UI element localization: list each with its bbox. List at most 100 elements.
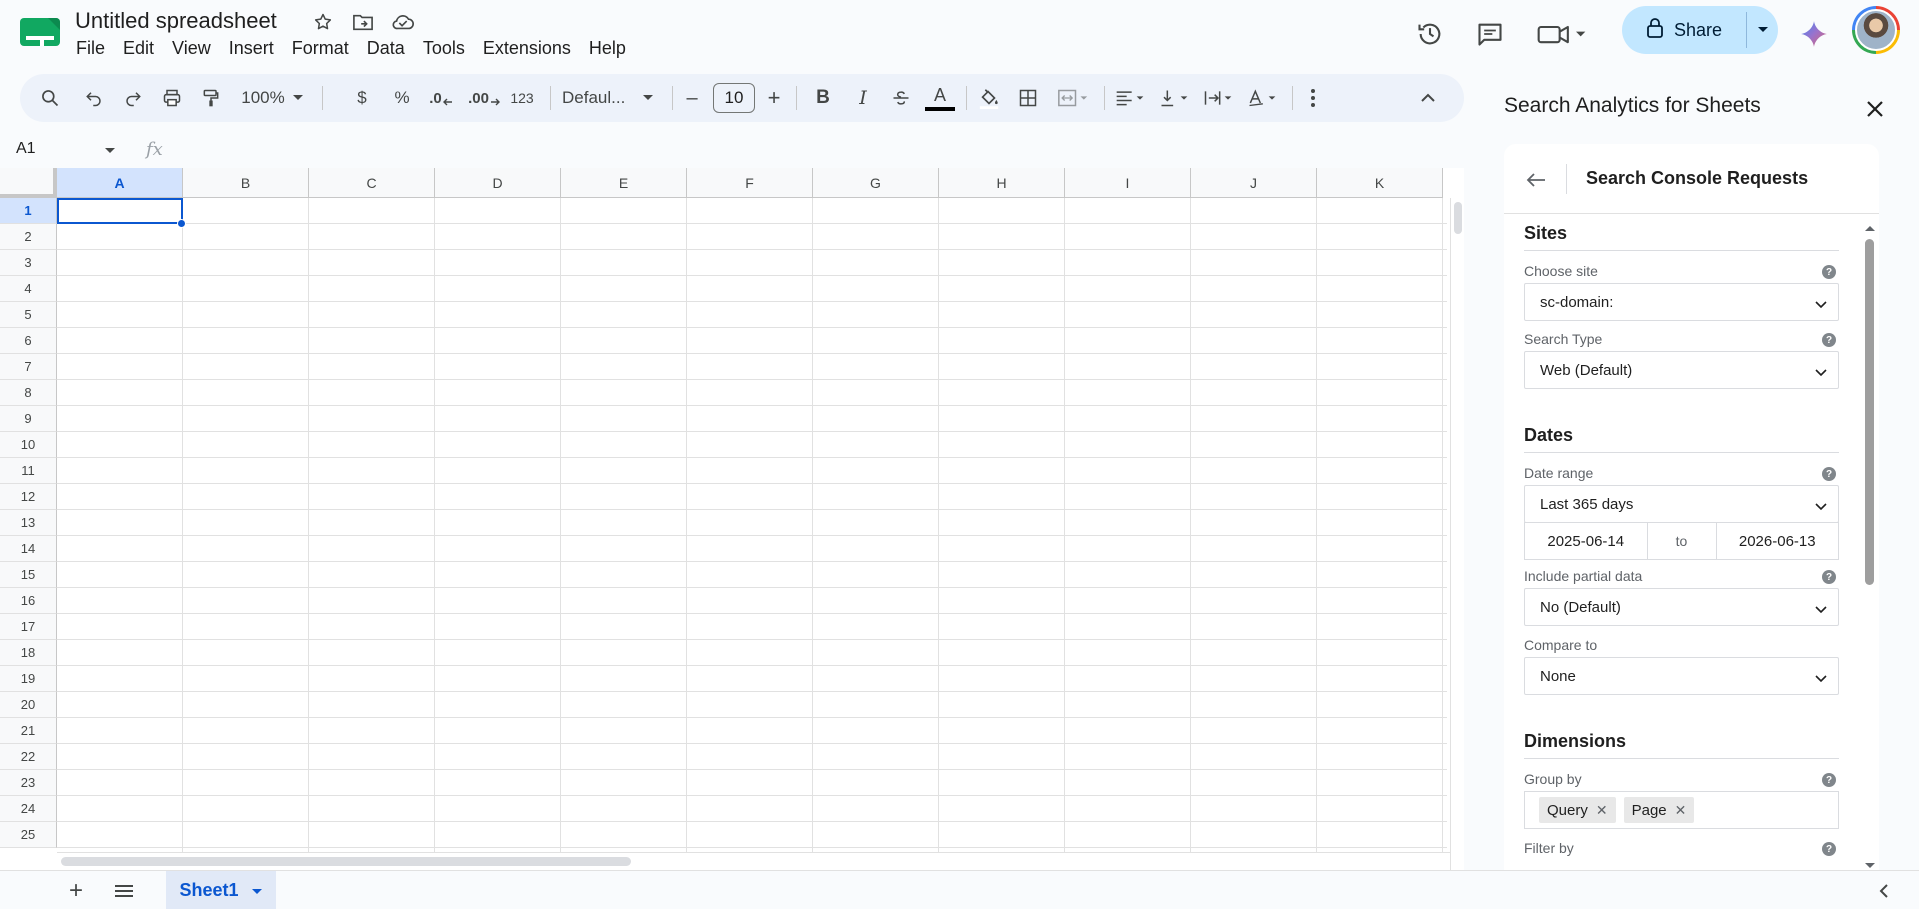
font-chevron-down-icon[interactable] xyxy=(640,82,656,114)
row-header-7[interactable]: 7 xyxy=(0,354,57,380)
menu-file[interactable]: File xyxy=(67,36,114,61)
collapse-menus-chevron-up-icon[interactable] xyxy=(1414,82,1442,114)
column-header-j[interactable]: J xyxy=(1191,168,1317,198)
side-panel-toggle-chevron-left-icon[interactable] xyxy=(1872,879,1896,903)
column-header-i[interactable]: I xyxy=(1065,168,1191,198)
row-header-8[interactable]: 8 xyxy=(0,380,57,406)
share-button[interactable]: Share xyxy=(1622,6,1746,54)
horizontal-align-icon[interactable] xyxy=(1110,82,1150,114)
column-header-a[interactable]: A xyxy=(57,168,183,198)
text-rotation-icon[interactable] xyxy=(1242,82,1282,114)
decrease-font-size-button[interactable]: – xyxy=(680,82,704,114)
add-sheet-button[interactable]: + xyxy=(62,877,90,905)
help-icon[interactable]: ? xyxy=(1822,570,1836,584)
vertical-scroll-thumb[interactable] xyxy=(1454,202,1462,234)
paint-format-icon[interactable] xyxy=(197,82,225,114)
group-by-input[interactable]: Query ✕ Page ✕ xyxy=(1524,791,1839,829)
select-all-corner[interactable] xyxy=(0,168,57,198)
row-header-9[interactable]: 9 xyxy=(0,406,57,432)
row-header-20[interactable]: 20 xyxy=(0,692,57,718)
row-header-2[interactable]: 2 xyxy=(0,224,57,250)
row-header-4[interactable]: 4 xyxy=(0,276,57,302)
decrease-decimal-button[interactable]: .0 xyxy=(424,82,458,114)
column-header-e[interactable]: E xyxy=(561,168,687,198)
help-icon[interactable]: ? xyxy=(1822,842,1836,856)
column-header-h[interactable]: H xyxy=(939,168,1065,198)
choose-site-select[interactable]: sc-domain: xyxy=(1524,283,1839,321)
share-options-chevron-down-icon[interactable] xyxy=(1747,6,1778,54)
strikethrough-icon[interactable] xyxy=(888,82,914,114)
date-range-select[interactable]: Last 365 days xyxy=(1524,485,1839,523)
search-menus-icon[interactable] xyxy=(36,82,64,114)
row-header-21[interactable]: 21 xyxy=(0,718,57,744)
comments-icon[interactable] xyxy=(1472,16,1508,52)
font-family-select[interactable]: Defaul... xyxy=(558,82,638,114)
row-header-22[interactable]: 22 xyxy=(0,744,57,770)
close-panel-icon[interactable] xyxy=(1860,94,1890,124)
row-header-23[interactable]: 23 xyxy=(0,770,57,796)
menu-format[interactable]: Format xyxy=(283,36,358,61)
row-header-13[interactable]: 13 xyxy=(0,510,57,536)
card-scroll-thumb[interactable] xyxy=(1865,239,1874,585)
active-cell[interactable] xyxy=(57,198,183,224)
horizontal-scrollbar[interactable] xyxy=(57,852,1450,870)
version-history-icon[interactable] xyxy=(1412,16,1448,52)
sheet-tab-sheet1[interactable]: Sheet1 xyxy=(166,871,276,909)
sheets-logo-icon[interactable] xyxy=(20,16,60,48)
more-options-icon[interactable] xyxy=(1300,82,1326,114)
row-header-16[interactable]: 16 xyxy=(0,588,57,614)
menu-help[interactable]: Help xyxy=(580,36,635,61)
bold-button[interactable]: B xyxy=(810,82,836,114)
menu-extensions[interactable]: Extensions xyxy=(474,36,580,61)
partial-data-select[interactable]: No (Default) xyxy=(1524,588,1839,626)
row-header-1[interactable]: 1 xyxy=(0,198,57,224)
row-header-5[interactable]: 5 xyxy=(0,302,57,328)
sheet-tab-chevron-down-icon[interactable] xyxy=(251,880,263,901)
search-type-select[interactable]: Web (Default) xyxy=(1524,351,1839,389)
remove-chip-close-icon[interactable]: ✕ xyxy=(1675,802,1687,819)
menu-view[interactable]: View xyxy=(163,36,220,61)
row-header-17[interactable]: 17 xyxy=(0,614,57,640)
font-size-input[interactable]: 10 xyxy=(713,83,755,113)
increase-font-size-button[interactable]: + xyxy=(762,82,786,114)
help-icon[interactable]: ? xyxy=(1822,773,1836,787)
row-header-18[interactable]: 18 xyxy=(0,640,57,666)
row-header-24[interactable]: 24 xyxy=(0,796,57,822)
row-header-3[interactable]: 3 xyxy=(0,250,57,276)
horizontal-scroll-thumb[interactable] xyxy=(61,857,631,866)
row-header-12[interactable]: 12 xyxy=(0,484,57,510)
percent-format-button[interactable]: % xyxy=(388,82,416,114)
menu-edit[interactable]: Edit xyxy=(114,36,163,61)
column-header-f[interactable]: F xyxy=(687,168,813,198)
name-box[interactable]: A1 xyxy=(16,140,36,158)
row-header-15[interactable]: 15 xyxy=(0,562,57,588)
print-icon[interactable] xyxy=(158,82,186,114)
move-folder-icon[interactable] xyxy=(350,10,376,34)
column-header-c[interactable]: C xyxy=(309,168,435,198)
more-formats-button[interactable]: 123 xyxy=(504,82,540,114)
meet-icon[interactable] xyxy=(1532,16,1592,52)
help-icon[interactable]: ? xyxy=(1822,265,1836,279)
account-avatar[interactable] xyxy=(1852,6,1900,54)
row-header-11[interactable]: 11 xyxy=(0,458,57,484)
menu-data[interactable]: Data xyxy=(358,36,414,61)
text-color-button[interactable]: A xyxy=(924,82,956,114)
row-header-19[interactable]: 19 xyxy=(0,666,57,692)
zoom-chevron-down-icon[interactable] xyxy=(290,82,306,114)
italic-button[interactable]: I xyxy=(850,82,876,114)
start-date-input[interactable]: 2025-06-14 xyxy=(1525,523,1647,559)
gemini-icon[interactable] xyxy=(1796,16,1832,52)
borders-icon[interactable] xyxy=(1014,82,1042,114)
fill-handle[interactable] xyxy=(177,219,186,228)
vertical-scrollbar[interactable] xyxy=(1450,198,1464,870)
spreadsheet-grid[interactable]: ABCDEFGHIJK 1 2 3 4 5 6 7 8 9 10 11 12 13 14 15 16 17 18 1… xyxy=(0,168,1464,870)
all-sheets-menu-icon[interactable] xyxy=(110,879,138,903)
card-scrollbar[interactable] xyxy=(1861,219,1879,870)
menu-tools[interactable]: Tools xyxy=(414,36,474,61)
undo-icon[interactable] xyxy=(80,82,108,114)
fill-color-icon[interactable] xyxy=(974,82,1004,114)
compare-to-select[interactable]: None xyxy=(1524,657,1839,695)
back-arrow-icon[interactable] xyxy=(1522,166,1550,194)
column-header-k[interactable]: K xyxy=(1317,168,1443,198)
row-header-6[interactable]: 6 xyxy=(0,328,57,354)
